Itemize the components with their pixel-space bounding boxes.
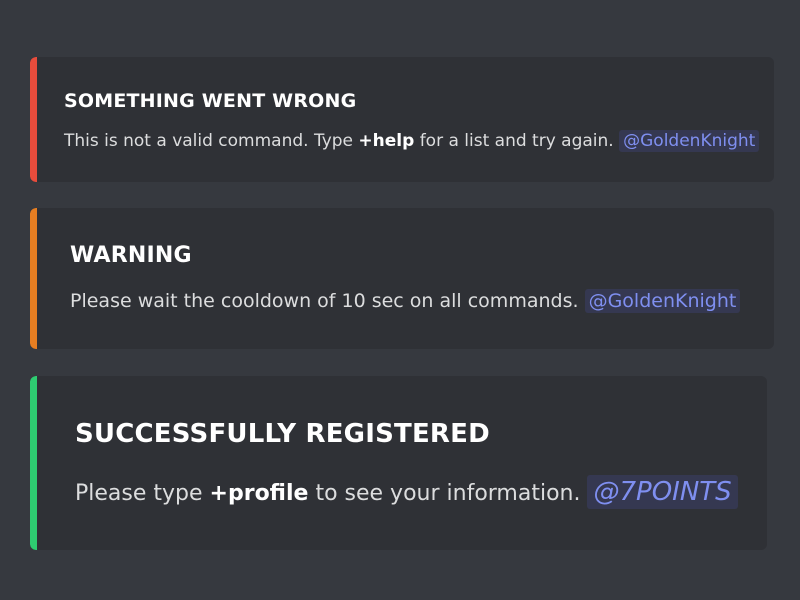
command-text: +profile	[209, 481, 309, 506]
embed-description: This is not a valid command. Type +help …	[64, 130, 760, 152]
embed-title: SUCCESSFULLY REGISTERED	[75, 419, 490, 449]
success-color-bar	[30, 376, 37, 550]
desc-text: Please wait the cooldown of 10 sec on al…	[70, 290, 585, 312]
user-mention[interactable]: @7POINTS	[587, 475, 738, 509]
embed-description: Please wait the cooldown of 10 sec on al…	[70, 289, 741, 313]
warning-color-bar	[30, 208, 37, 349]
desc-text: for a list and try again.	[414, 131, 620, 151]
error-embed: SOMETHING WENT WRONG This is not a valid…	[30, 57, 774, 182]
embed-title: SOMETHING WENT WRONG	[64, 90, 357, 112]
command-text: +help	[358, 131, 415, 151]
desc-text: Please type	[75, 481, 210, 506]
embed-title: WARNING	[70, 243, 192, 268]
error-color-bar	[30, 57, 37, 182]
success-embed: SUCCESSFULLY REGISTERED Please type +pro…	[30, 376, 767, 550]
desc-text: This is not a valid command. Type	[64, 131, 359, 151]
user-mention[interactable]: @GoldenKnight	[584, 289, 741, 313]
desc-text: to see your information.	[308, 481, 588, 506]
user-mention[interactable]: @GoldenKnight	[619, 130, 760, 152]
warning-embed: WARNING Please wait the cooldown of 10 s…	[30, 208, 774, 349]
embed-description: Please type +profile to see your informa…	[75, 475, 738, 509]
